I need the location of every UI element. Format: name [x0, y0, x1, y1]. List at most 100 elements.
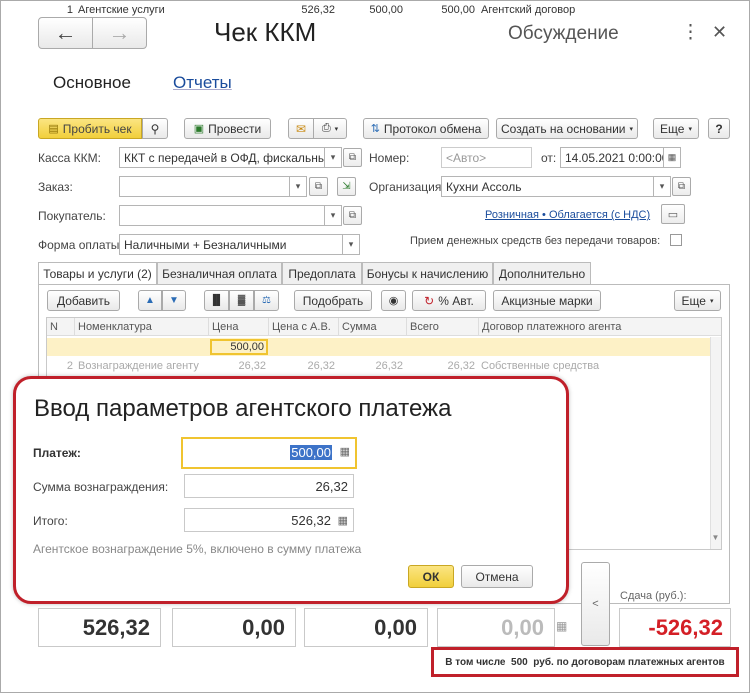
date-from-label: от: [541, 151, 557, 165]
close-icon[interactable]: ✕ [712, 22, 727, 43]
tab-bonuses[interactable]: Бонусы к начислению [362, 262, 493, 284]
more-vertical-icon[interactable]: ⋮ [681, 21, 700, 44]
more-button[interactable]: Еще ▾ [653, 118, 699, 139]
order-open-button[interactable]: ⧉ [309, 177, 328, 196]
open-icon: ⧉ [314, 181, 323, 192]
row-sum: 26,32 [375, 360, 403, 372]
row-sum: 500,00 [369, 4, 403, 16]
scale-button[interactable]: ⚖ [254, 290, 279, 311]
scanner-button[interactable]: ▓ [229, 290, 254, 311]
scanner-icon: ▓ [237, 295, 246, 306]
kassa-open-button[interactable]: ⧉ [343, 148, 362, 167]
cash-amount[interactable]: 0,00 [172, 608, 296, 647]
tab-noncash[interactable]: Безналичная оплата [157, 262, 282, 284]
open-icon: ⧉ [348, 210, 357, 221]
forward-button[interactable]: → [92, 17, 147, 49]
search-button[interactable]: ⚲ [142, 118, 168, 139]
row-price[interactable]: 500,00 [210, 339, 268, 355]
buyer-open-button[interactable]: ⧉ [343, 206, 362, 225]
calendar-button[interactable]: ▦ [664, 147, 681, 168]
excise-marks-button[interactable]: Акцизные марки [493, 290, 601, 311]
payform-dropdown[interactable]: ▾ [343, 234, 360, 255]
date-field[interactable]: 14.05.2021 0:00:00 [560, 147, 664, 168]
total-value: 526,32 [291, 513, 331, 528]
card-amount[interactable]: 0,00 [304, 608, 428, 647]
reward-field[interactable]: 26,32 [184, 474, 354, 498]
create-based-button[interactable]: Создать на основании ▾ [496, 118, 638, 139]
nav-main[interactable]: Основное [53, 73, 131, 93]
agent-note: В том числе 500 руб. по договорам платеж… [431, 647, 739, 677]
agent-note-text: В том числе 500 руб. по договорам платеж… [445, 656, 725, 668]
barcode-icon: ▐▌ [209, 295, 224, 306]
org-field[interactable]: Кухни Ассоль [441, 176, 654, 197]
no-goods-checkbox[interactable] [670, 234, 682, 246]
add-row-button[interactable]: Добавить [47, 290, 120, 311]
tab-additional[interactable]: Дополнительно [493, 262, 591, 284]
discussion-link[interactable]: Обсуждение [508, 23, 619, 45]
print-button[interactable]: ⎙ ▾ [313, 118, 347, 139]
barcode-button[interactable]: ▐▌ [204, 290, 229, 311]
other-amount[interactable]: 0,00 [437, 608, 555, 647]
th-total: Всего [407, 318, 479, 336]
th-price: Цена [209, 318, 269, 336]
table-row[interactable] [47, 338, 721, 356]
order-dropdown[interactable]: ▾ [290, 176, 307, 197]
calculator-icon[interactable]: ▦ [338, 514, 348, 527]
exchange-icon: ⇅ [370, 123, 380, 135]
kassa-dropdown[interactable]: ▾ [325, 147, 342, 168]
eye-icon: ◉ [388, 295, 399, 307]
payment-field[interactable]: 500,00 ▦ [181, 437, 357, 469]
cancel-button[interactable]: Отмена [461, 565, 533, 588]
org-dropdown[interactable]: ▾ [654, 176, 671, 197]
move-down-button[interactable]: ▼ [162, 290, 186, 311]
dialog-title: Ввод параметров агентского платежа [34, 395, 452, 422]
auto-pct-button[interactable]: ↻ % Авт. [412, 290, 486, 311]
table-more-button[interactable]: Еще ▾ [674, 290, 721, 311]
row-n: 1 [66, 4, 73, 16]
printer-icon: ⎙ [321, 122, 331, 134]
email-button[interactable]: ✉ [288, 118, 314, 139]
arrow-up-icon: ▲ [145, 295, 155, 306]
row-n: 2 [66, 360, 73, 372]
calculator-icon[interactable]: ▦ [556, 619, 567, 633]
select-items-button[interactable]: Подобрать [294, 290, 372, 311]
collapse-button[interactable]: < [581, 562, 610, 646]
order-field[interactable] [119, 176, 290, 197]
org-open-button[interactable]: ⧉ [672, 177, 691, 196]
dialog-note: Агентское вознаграждение 5%, включено в … [33, 542, 362, 556]
number-field[interactable]: <Авто> [441, 147, 532, 168]
total-amount: 526,32 [38, 608, 161, 647]
tax-link[interactable]: Розничная • Облагается (с НДС) [485, 209, 650, 221]
back-button[interactable]: ← [38, 17, 93, 49]
refresh-icon: ↻ [424, 293, 435, 308]
payform-label: Форма оплаты: [38, 238, 123, 252]
post-button[interactable]: ▣ Провести [184, 118, 271, 139]
calculator-icon[interactable]: ▦ [340, 445, 350, 458]
chevron-down-icon: ▾ [330, 152, 336, 162]
total-label: Итого: [33, 514, 68, 528]
exchange-log-button[interactable]: ⇅ Протокол обмена [363, 118, 489, 139]
buyer-dropdown[interactable]: ▾ [325, 205, 342, 226]
reward-label: Сумма вознаграждения: [33, 480, 169, 494]
table-scrollbar[interactable] [710, 337, 721, 549]
payform-field[interactable]: Наличными + Безналичными [119, 234, 343, 255]
help-button[interactable]: ? [708, 118, 730, 139]
tab-prepayment[interactable]: Предоплата [282, 262, 362, 284]
open-icon: ⧉ [677, 181, 686, 192]
reward-value: 26,32 [315, 479, 348, 494]
move-up-button[interactable]: ▲ [138, 290, 162, 311]
total-field[interactable]: 526,32 ▦ [184, 508, 354, 532]
row-contract: Агентский договор [481, 4, 576, 16]
scale-icon: ⚖ [262, 295, 271, 306]
receipt-icon: ▤ [48, 123, 59, 135]
tax-settings-button[interactable]: ▭ [661, 204, 685, 224]
nav-reports[interactable]: Отчеты [173, 73, 232, 93]
ok-button[interactable]: ОК [408, 565, 454, 588]
tab-goods[interactable]: Товары и услуги (2) [38, 262, 157, 285]
buyer-field[interactable] [119, 205, 325, 226]
punch-check-button[interactable]: ▤ Пробить чек [38, 118, 142, 139]
view-button[interactable]: ◉ [381, 290, 406, 311]
scroll-down-arrow[interactable]: ▼ [710, 531, 721, 543]
fill-order-button[interactable]: ⇲ [337, 177, 356, 196]
kassa-field[interactable]: ККТ с передачей в ОФД, фискальный р [119, 147, 325, 168]
